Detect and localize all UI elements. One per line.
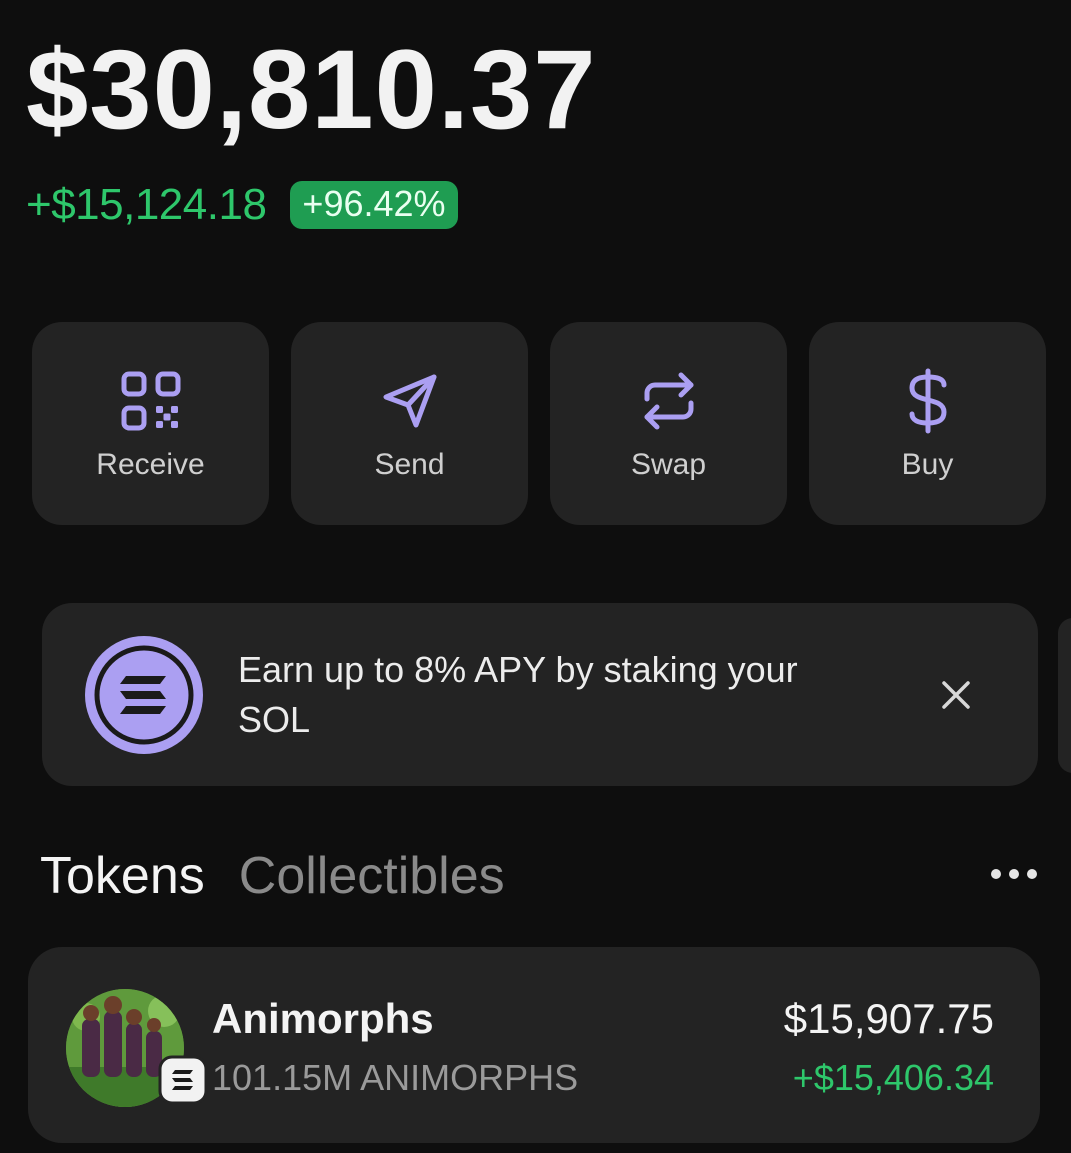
close-icon[interactable]	[938, 677, 974, 713]
qr-code-icon	[118, 368, 184, 434]
balance-change-amount: +$15,124.18	[26, 180, 267, 229]
receive-button[interactable]: Receive	[32, 322, 269, 525]
send-button[interactable]: Send	[291, 322, 528, 525]
receive-label: Receive	[96, 448, 205, 481]
balance-change-percent-badge: +96.42%	[290, 181, 458, 229]
swap-label: Swap	[630, 448, 707, 481]
staking-banner-text: Earn up to 8% APY by staking your SOL	[238, 649, 798, 740]
token-amount: 101.15M ANIMORPHS	[212, 1057, 579, 1098]
next-banner-peek[interactable]	[1058, 618, 1071, 773]
swap-icon	[636, 368, 702, 434]
tab-tokens[interactable]: Tokens	[40, 846, 205, 906]
more-options-icon[interactable]	[988, 864, 1040, 884]
send-icon	[377, 368, 443, 434]
dollar-icon	[895, 368, 961, 434]
buy-label: Buy	[901, 448, 954, 481]
token-row[interactable]: Animorphs 101.15M ANIMORPHS $15,907.75 +…	[28, 947, 1040, 1143]
buy-button[interactable]: Buy	[809, 322, 1046, 525]
solana-icon	[82, 633, 206, 757]
swap-button[interactable]: Swap	[550, 322, 787, 525]
asset-tabs: Tokens Collectibles	[40, 846, 505, 906]
total-balance: $30,810.37	[26, 27, 597, 152]
token-change: +$15,406.34	[792, 1057, 994, 1098]
token-name: Animorphs	[212, 995, 434, 1042]
solana-chain-badge-icon	[158, 1055, 208, 1105]
token-value: $15,907.75	[783, 995, 994, 1042]
balance-change-row: +$15,124.18 +96.42%	[26, 180, 458, 230]
tab-collectibles[interactable]: Collectibles	[239, 846, 505, 906]
send-label: Send	[374, 448, 445, 481]
quick-actions: Receive Send Swap Buy	[32, 322, 1046, 525]
staking-banner[interactable]: Earn up to 8% APY by staking your SOL	[42, 603, 1038, 786]
